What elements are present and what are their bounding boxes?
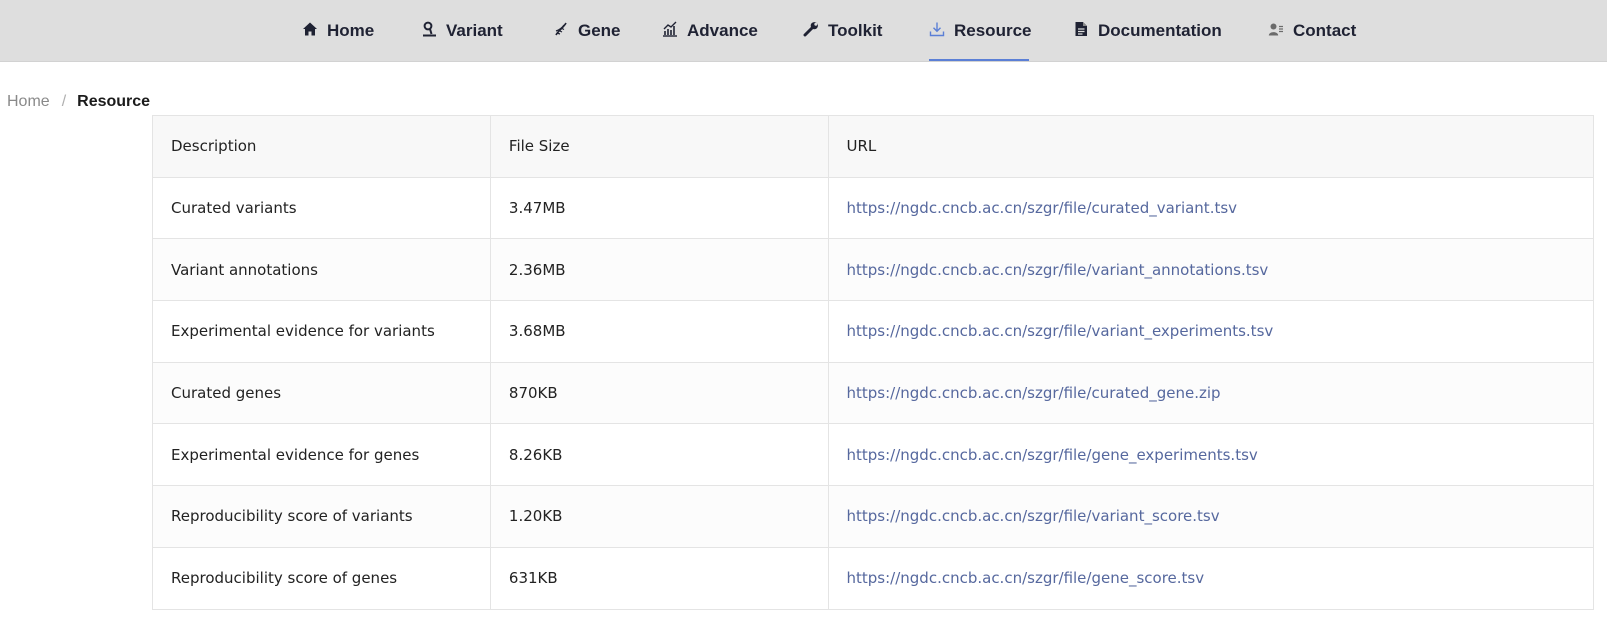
breadcrumb-current: Resource xyxy=(77,93,151,110)
description-cell: Experimental evidence for genes xyxy=(152,423,491,487)
home-icon xyxy=(302,21,318,42)
column-header-description: Description xyxy=(152,115,491,178)
table-row: Curated variants 3.47MB https://ngdc.cnc… xyxy=(152,176,1594,240)
breadcrumb: Home / Resource xyxy=(7,91,150,113)
description-cell: Curated genes xyxy=(152,361,491,425)
table-row: Experimental evidence for genes 8.26KB h… xyxy=(152,423,1594,487)
nav-item-documentation[interactable]: Documentation xyxy=(1073,0,1222,62)
nav-item-variant[interactable]: Variant xyxy=(421,0,503,62)
table-row: Curated genes 870KB https://ngdc.cncb.ac… xyxy=(152,361,1594,425)
wrench-icon xyxy=(803,21,819,42)
breadcrumb-separator: / xyxy=(61,93,67,110)
file-size-cell: 1.20KB xyxy=(489,485,829,548)
chart-icon xyxy=(662,21,678,42)
table-row: Reproducibility score of variants 1.20KB… xyxy=(152,485,1594,548)
download-link[interactable]: https://ngdc.cncb.ac.cn/szgr/file/curate… xyxy=(847,384,1221,402)
url-cell: https://ngdc.cncb.ac.cn/szgr/file/varian… xyxy=(827,300,1594,363)
table-row: Experimental evidence for variants 3.68M… xyxy=(152,300,1594,363)
download-link[interactable]: https://ngdc.cncb.ac.cn/szgr/file/varian… xyxy=(847,507,1220,525)
column-header-url: URL xyxy=(827,115,1594,178)
url-cell: https://ngdc.cncb.ac.cn/szgr/file/gene_s… xyxy=(827,546,1594,610)
file-size-cell: 2.36MB xyxy=(489,238,829,302)
nav-item-contact[interactable]: Contact xyxy=(1268,0,1356,62)
download-link[interactable]: https://ngdc.cncb.ac.cn/szgr/file/varian… xyxy=(847,261,1269,279)
url-cell: https://ngdc.cncb.ac.cn/szgr/file/varian… xyxy=(827,485,1594,548)
file-size-cell: 3.47MB xyxy=(489,176,829,240)
url-cell: https://ngdc.cncb.ac.cn/szgr/file/gene_e… xyxy=(827,423,1594,487)
download-link[interactable]: https://ngdc.cncb.ac.cn/szgr/file/curate… xyxy=(847,199,1238,217)
description-cell: Curated variants xyxy=(152,176,491,240)
table-header-row: Description File Size URL xyxy=(152,115,1594,178)
description-cell: Reproducibility score of genes xyxy=(152,546,491,610)
breadcrumb-home-link[interactable]: Home xyxy=(7,93,50,111)
download-icon xyxy=(929,21,945,42)
url-cell: https://ngdc.cncb.ac.cn/szgr/file/varian… xyxy=(827,238,1594,302)
top-navbar: Home Variant Gene Advance Toolkit Resour… xyxy=(0,0,1607,62)
active-tab-indicator xyxy=(929,59,1029,61)
description-cell: Reproducibility score of variants xyxy=(152,485,491,548)
nav-item-toolkit[interactable]: Toolkit xyxy=(803,0,882,62)
table-row: Reproducibility score of genes 631KB htt… xyxy=(152,546,1594,610)
description-cell: Experimental evidence for variants xyxy=(152,300,491,363)
download-link[interactable]: https://ngdc.cncb.ac.cn/szgr/file/varian… xyxy=(847,322,1274,340)
nav-item-label: Advance xyxy=(687,21,758,40)
table-row: Variant annotations 2.36MB https://ngdc.… xyxy=(152,238,1594,302)
gene-icon xyxy=(553,21,569,42)
nav-item-label: Home xyxy=(327,21,375,40)
nav-item-resource[interactable]: Resource xyxy=(929,0,1031,62)
nav-item-label: Gene xyxy=(578,21,621,40)
nav-item-label: Variant xyxy=(446,21,503,40)
nav-item-label: Documentation xyxy=(1098,21,1222,40)
column-header-file-size: File Size xyxy=(489,115,829,178)
resource-table-container: Description File Size URL Curated varian… xyxy=(152,115,1594,610)
nav-item-advance[interactable]: Advance xyxy=(662,0,758,62)
nav-item-label: Contact xyxy=(1293,21,1357,40)
contact-icon xyxy=(1268,21,1284,42)
nav-item-gene[interactable]: Gene xyxy=(553,0,621,62)
download-link[interactable]: https://ngdc.cncb.ac.cn/szgr/file/gene_s… xyxy=(847,569,1205,587)
url-cell: https://ngdc.cncb.ac.cn/szgr/file/curate… xyxy=(827,361,1594,425)
file-size-cell: 3.68MB xyxy=(489,300,829,363)
document-icon xyxy=(1073,21,1089,42)
url-cell: https://ngdc.cncb.ac.cn/szgr/file/curate… xyxy=(827,176,1594,240)
file-size-cell: 8.26KB xyxy=(489,423,829,487)
variant-icon xyxy=(421,21,437,42)
resource-table: Description File Size URL Curated varian… xyxy=(152,115,1594,610)
file-size-cell: 870KB xyxy=(489,361,829,425)
file-size-cell: 631KB xyxy=(489,546,829,610)
nav-item-label: Resource xyxy=(954,21,1032,40)
description-cell: Variant annotations xyxy=(152,238,491,302)
download-link[interactable]: https://ngdc.cncb.ac.cn/szgr/file/gene_e… xyxy=(847,446,1258,464)
nav-item-home[interactable]: Home xyxy=(302,0,374,62)
nav-item-label: Toolkit xyxy=(828,21,883,40)
